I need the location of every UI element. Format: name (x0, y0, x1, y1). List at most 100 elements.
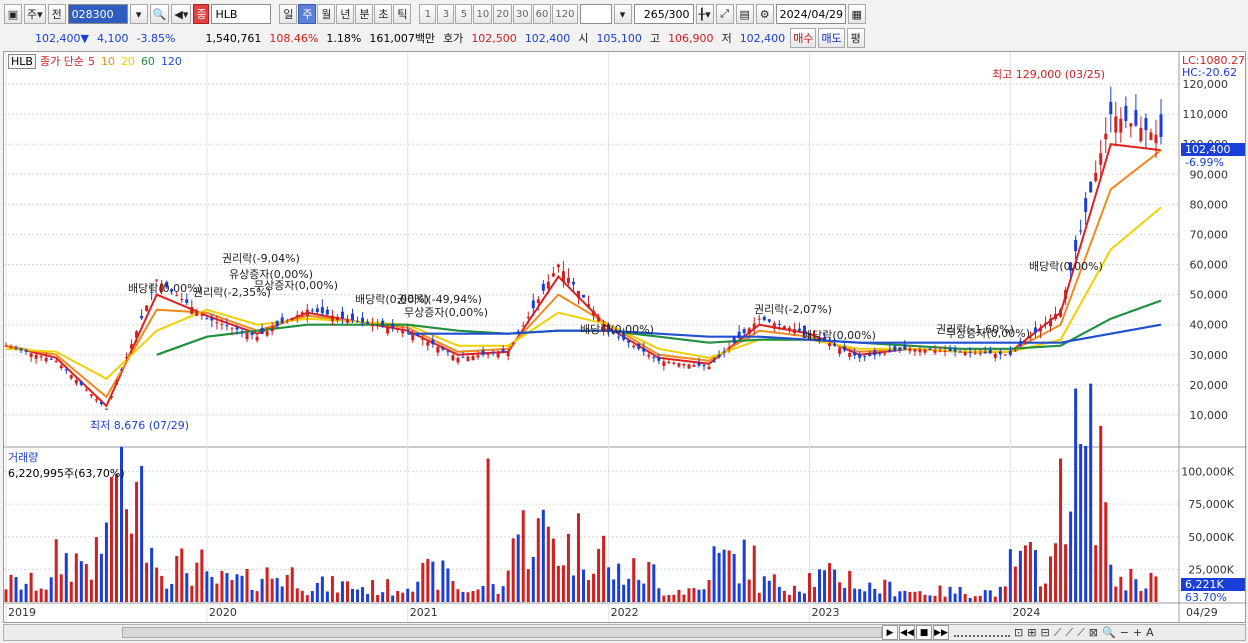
period-tab[interactable]: 주 (298, 4, 317, 24)
volume-bar (104, 522, 108, 602)
candle-body (541, 283, 545, 291)
interval-dropdown-icon[interactable]: ▾ (613, 4, 632, 24)
candle-body (1054, 314, 1058, 320)
candle-body (898, 347, 902, 351)
period-tab[interactable]: 초 (374, 4, 393, 24)
volume-bar (1119, 576, 1123, 602)
volume-bar (1033, 550, 1037, 602)
layout-icon[interactable]: ▣ (4, 4, 22, 24)
volume-bar (587, 580, 591, 602)
volume-bar (260, 578, 264, 602)
legend-stock-name: HLB (8, 53, 36, 69)
candle-settings-icon[interactable]: ╂▾ (695, 4, 714, 24)
period-tab[interactable]: 년 (336, 4, 355, 24)
price-volume-chart[interactable]: 120,000110,000100,00090,00080,00070,0006… (4, 52, 1247, 624)
rewind-icon[interactable]: ◀◀ (899, 625, 915, 640)
volume-bar (371, 580, 375, 602)
text-size-icon[interactable]: A (1146, 626, 1154, 639)
candle-body (476, 355, 480, 358)
volume-bar (135, 481, 139, 602)
volume-bar (797, 591, 801, 602)
candle-body (742, 329, 746, 334)
candle-body (1033, 327, 1037, 333)
gear-icon[interactable]: ⚙ (755, 4, 774, 24)
volume-bar (79, 561, 83, 602)
interval-tab[interactable]: 5 (455, 4, 473, 24)
tool-icon-5[interactable]: ⟋ (1065, 626, 1073, 640)
candle-body (361, 317, 365, 323)
volume-bar (521, 510, 525, 602)
candle-body (958, 351, 962, 353)
volume-bar (556, 565, 560, 602)
candle-body (325, 309, 329, 315)
calendar-icon[interactable]: ▦ (847, 4, 866, 24)
zoom-icon[interactable]: 🔍 (1102, 626, 1116, 639)
save-icon[interactable]: ▤ (735, 4, 754, 24)
interval-tab[interactable]: 60 (532, 4, 552, 24)
zoom-out-icon[interactable]: − (1120, 626, 1129, 639)
tool-icon-1[interactable]: ⊡ (1014, 626, 1023, 639)
chart-area[interactable]: 120,000110,000100,00090,00080,00070,0006… (3, 51, 1247, 624)
volume-bar (4, 589, 8, 602)
period-tab[interactable]: 일 (279, 4, 298, 24)
interval-input[interactable] (579, 4, 612, 24)
tool-icon-6[interactable]: ⟋ (1077, 626, 1085, 640)
time-scroll[interactable]: ▶ ◀◀ ■ ▶▶ ⊡ ⊞ ⊟ ⟋ ⟋ ⟋ ⊠ 🔍 − + A (3, 624, 1246, 641)
tool-icon-3[interactable]: ⊟ (1040, 626, 1049, 639)
volume-bar (466, 592, 470, 602)
period-tab[interactable]: 틱 (393, 4, 412, 24)
buy-button[interactable]: 매수 (790, 28, 817, 48)
volume-bar (290, 567, 294, 602)
zoom-slider[interactable] (954, 629, 1010, 637)
volume-bar (1139, 591, 1143, 602)
volume-bar (300, 590, 304, 602)
interval-tab[interactable]: 30 (512, 4, 532, 24)
next-icon[interactable]: ▶ (882, 625, 898, 640)
eval-button[interactable]: 평 (846, 28, 865, 48)
period-tab[interactable]: 분 (355, 4, 374, 24)
tool-icon-7[interactable]: ⊠ (1089, 626, 1098, 639)
volume-bar (642, 583, 646, 602)
tool-icon-4[interactable]: ⟋ (1054, 626, 1062, 640)
candle-body (44, 357, 48, 362)
candle-body (371, 324, 375, 327)
zoom-in-icon[interactable]: + (1133, 626, 1142, 639)
candle-body (712, 360, 716, 362)
interval-tab[interactable]: 10 (473, 4, 493, 24)
candle-body (9, 347, 13, 349)
forward-icon[interactable]: ▶▶ (933, 625, 949, 640)
volume-bar (963, 593, 967, 602)
candle-body (767, 319, 771, 322)
type-select[interactable]: 주 ▾ (24, 4, 46, 24)
interval-tab[interactable]: 1 (419, 4, 437, 24)
interval-tab[interactable]: 20 (493, 4, 512, 24)
stop-icon[interactable]: ■ (916, 625, 932, 640)
scroll-thumb[interactable] (122, 627, 882, 638)
draw-tool-icon[interactable]: ⤢ (715, 4, 734, 24)
candle-body (79, 381, 83, 385)
count-field[interactable]: 265/300 (633, 4, 694, 24)
ma-legend-item: 20 (120, 54, 135, 68)
volume-bar (109, 477, 113, 602)
prev-button[interactable]: 전 (47, 4, 66, 24)
candle-body (592, 310, 596, 316)
volume-bar (64, 553, 68, 602)
candle-body (1049, 318, 1053, 327)
code-input[interactable]: 028300 (67, 4, 128, 24)
chart-tools: ⊡ ⊞ ⊟ ⟋ ⟋ ⟋ ⊠ 🔍 − + A (954, 625, 1154, 640)
candle-body (546, 281, 550, 289)
candle-body (290, 317, 294, 321)
sell-button[interactable]: 매도 (818, 28, 845, 48)
speaker-icon[interactable]: ◀▾ (171, 4, 192, 24)
search-icon[interactable]: 🔍 (149, 4, 170, 24)
candle-body (617, 336, 621, 338)
date-input[interactable]: 2024/04/29 (775, 4, 846, 24)
interval-tab[interactable]: 120 (552, 4, 578, 24)
ask-label: 호가 (443, 32, 464, 45)
volume-bar (998, 586, 1002, 602)
tool-icon-2[interactable]: ⊞ (1027, 626, 1036, 639)
code-dropdown-icon[interactable]: ▾ (129, 4, 148, 24)
volume-bar (190, 585, 194, 602)
interval-tab[interactable]: 3 (437, 4, 455, 24)
period-tab[interactable]: 월 (317, 4, 336, 24)
